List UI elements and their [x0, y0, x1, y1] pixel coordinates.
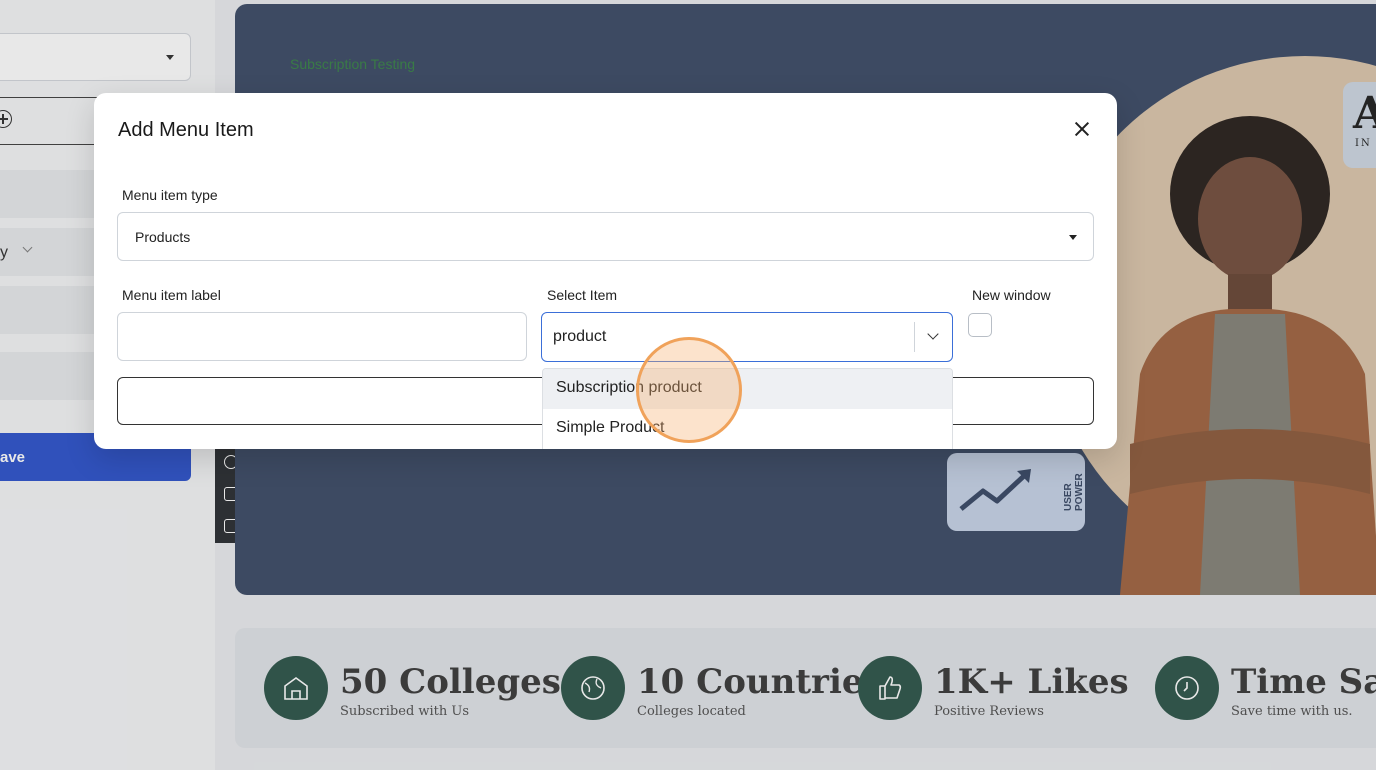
- menu-item-label-input[interactable]: [117, 312, 527, 361]
- combobox-separator: [914, 322, 915, 352]
- menu-item-label-label: Menu item label: [122, 287, 221, 303]
- close-icon[interactable]: [1072, 119, 1092, 139]
- option-subscription-product[interactable]: Subscription product: [543, 369, 952, 409]
- caret-down-icon: [1069, 235, 1077, 240]
- select-item-query[interactable]: product: [553, 328, 606, 346]
- select-item-label: Select Item: [547, 287, 618, 303]
- menu-item-type-label: Menu item type: [122, 187, 218, 203]
- select-item-options: Subscription product Simple Product: [542, 368, 953, 449]
- add-menu-item-dialog: Add Menu Item Menu item type Products Me…: [94, 93, 1117, 449]
- new-window-checkbox[interactable]: [968, 313, 992, 337]
- select-item-combobox[interactable]: product: [541, 312, 953, 362]
- menu-item-type-select[interactable]: Products: [117, 212, 1094, 261]
- new-window-label: New window: [972, 287, 1051, 303]
- chevron-down-icon[interactable]: [927, 328, 939, 340]
- dialog-title: Add Menu Item: [118, 119, 254, 141]
- option-simple-product[interactable]: Simple Product: [543, 409, 952, 449]
- selected-type: Products: [135, 229, 191, 245]
- click-indicator: [636, 337, 742, 443]
